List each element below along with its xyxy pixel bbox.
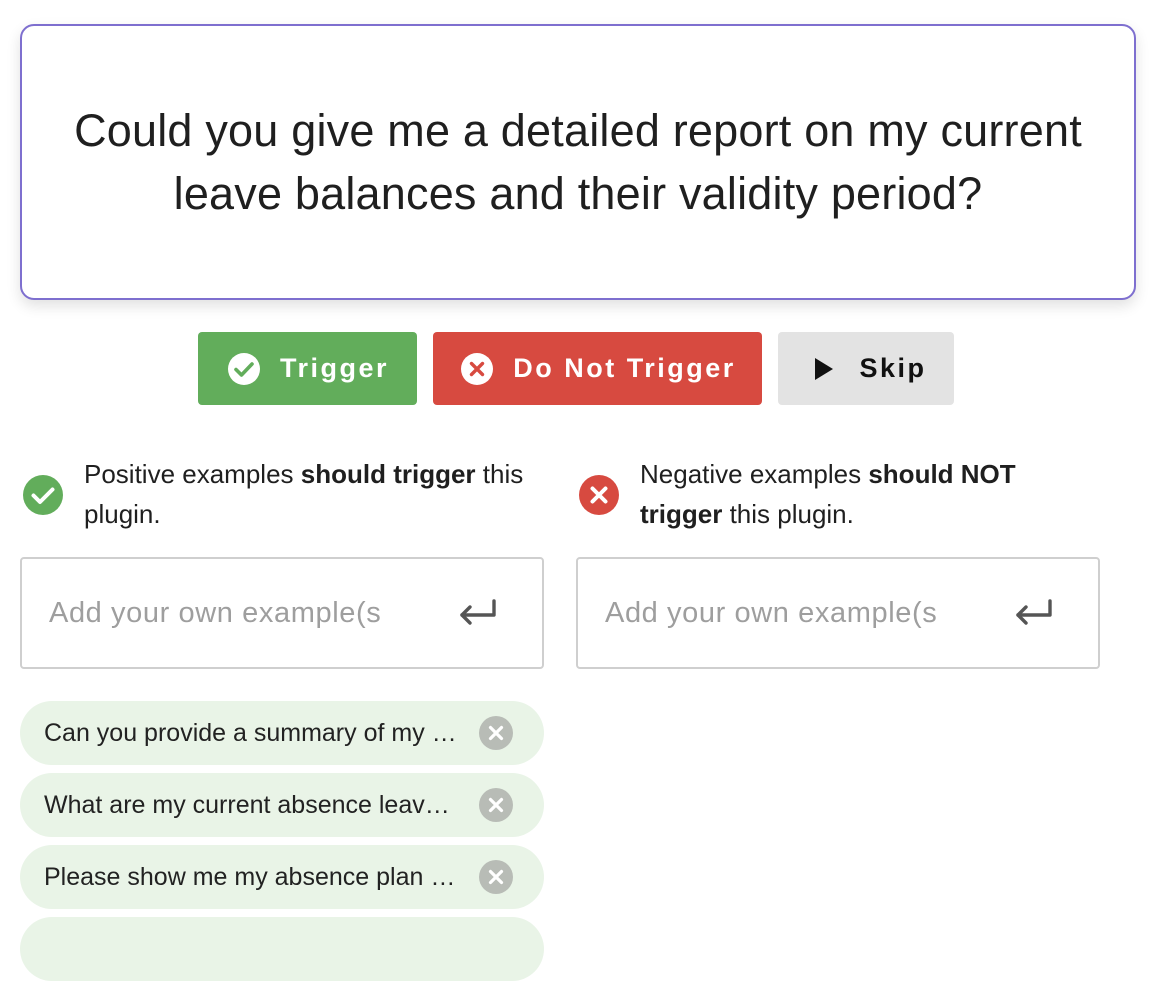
check-circle-icon — [22, 474, 64, 516]
remove-x-circle-icon[interactable] — [478, 859, 514, 895]
query-text: Could you give me a detailed report on m… — [74, 99, 1082, 225]
example-chip-text: Please show me my absence plan … — [44, 862, 456, 891]
negative-example-input[interactable] — [605, 596, 985, 630]
example-chip[interactable]: Please show me my absence plan … — [20, 845, 544, 909]
example-chip-text: What are my current absence leav… — [44, 790, 450, 819]
example-chip[interactable]: What are my current absence leav… — [20, 773, 544, 837]
remove-x-circle-icon[interactable] — [478, 715, 514, 751]
negative-hint: Negative examples should NOT trigger thi… — [578, 454, 1098, 534]
skip-button[interactable]: Skip — [778, 332, 954, 405]
enter-arrow-icon[interactable] — [1012, 597, 1054, 629]
x-circle-icon — [459, 351, 495, 387]
query-line-2: leave balances and their validity period… — [173, 168, 983, 219]
query-card: Could you give me a detailed report on m… — [20, 24, 1136, 300]
example-chip-partial[interactable] — [20, 917, 544, 981]
positive-hint-text: Positive examples should trigger this pl… — [84, 454, 542, 534]
remove-x-circle-icon[interactable] — [478, 787, 514, 823]
do-not-trigger-label: Do Not Trigger — [513, 353, 736, 383]
trigger-label: Trigger — [279, 353, 390, 383]
trigger-button[interactable]: Trigger — [198, 332, 417, 405]
positive-hint-bold: should trigger — [300, 459, 476, 489]
negative-hint-text: Negative examples should NOT trigger thi… — [640, 454, 1098, 534]
positive-example-input[interactable] — [49, 596, 429, 630]
enter-arrow-icon[interactable] — [456, 597, 498, 629]
negative-hint-prefix: Negative examples — [640, 459, 869, 489]
negative-hint-suffix: this plugin. — [722, 499, 854, 529]
play-icon — [805, 351, 841, 387]
positive-hint-prefix: Positive examples — [84, 459, 301, 489]
do-not-trigger-button[interactable]: Do Not Trigger — [433, 332, 762, 405]
example-chip-text: Can you provide a summary of my … — [44, 718, 457, 747]
positive-example-field[interactable] — [20, 557, 544, 669]
positive-hint: Positive examples should trigger this pl… — [22, 454, 542, 534]
negative-example-field[interactable] — [576, 557, 1100, 669]
skip-label: Skip — [859, 353, 927, 383]
positive-example-list: Can you provide a summary of my … What a… — [20, 701, 544, 989]
x-circle-icon — [578, 474, 620, 516]
query-line-1: Could you give me a detailed report on m… — [74, 105, 1082, 156]
example-chip[interactable]: Can you provide a summary of my … — [20, 701, 544, 765]
check-circle-icon — [226, 351, 262, 387]
